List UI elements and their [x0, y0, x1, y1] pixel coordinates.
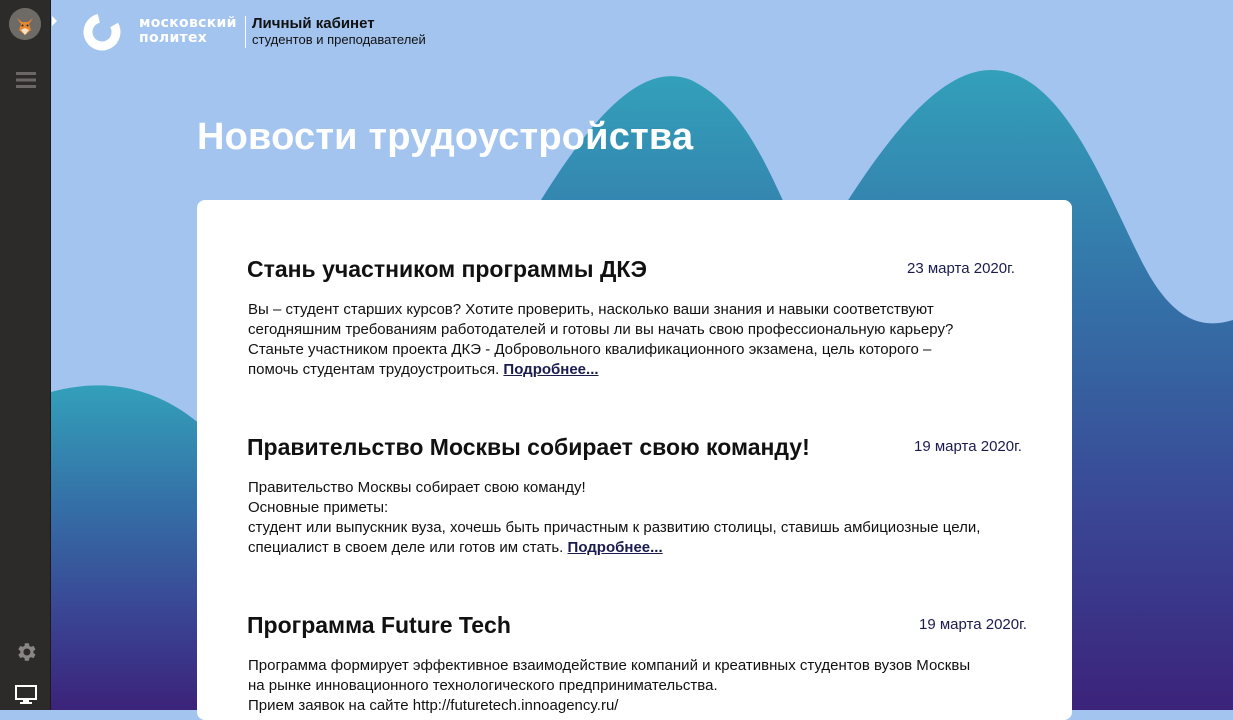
news-line: сегодняшним требованиям работодателей и … [248, 321, 954, 338]
monitor-icon[interactable] [14, 684, 38, 706]
page-title: Новости трудоустройства [197, 116, 694, 158]
cabinet-subtitle: студентов и преподавателей [252, 32, 426, 47]
news-date: 19 марта 2020г. [919, 616, 1027, 633]
news-line: Станьте участником проекта ДКЭ - Доброво… [248, 341, 932, 358]
fox-avatar-icon [9, 8, 41, 40]
news-line: Программа формирует эффективное взаимоде… [248, 657, 971, 674]
news-line: студент или выпускник вуза, хочешь быть … [248, 519, 981, 536]
news-card: Стань участником программы ДКЭ 23 марта … [197, 200, 1072, 720]
avatar-caret-icon[interactable] [52, 16, 57, 26]
news-title: Стань участником программы ДКЭ [247, 256, 648, 282]
news-line: Основные приметы: [248, 499, 389, 516]
news-date: 19 марта 2020г. [914, 438, 1022, 455]
news-line: на рынке инновационного технологического… [248, 677, 718, 694]
news-body: Вы – студент старших курсов? Хотите пров… [248, 300, 1008, 380]
news-line: помочь студентам трудоустроиться. Подроб… [248, 361, 599, 378]
polytech-logo-icon [83, 13, 121, 51]
news-line: Правительство Москвы собирает свою коман… [248, 479, 586, 496]
news-title: Правительство Москвы собирает свою коман… [247, 434, 810, 460]
avatar[interactable] [9, 8, 41, 40]
news-line: Прием заявок на сайте http://futuretech.… [248, 697, 619, 714]
logo-divider [245, 16, 246, 48]
menu-icon[interactable] [14, 68, 38, 92]
read-more-link[interactable]: Подробнее... [568, 539, 663, 556]
news-title: Программа Future Tech [247, 612, 511, 638]
news-body: Программа формирует эффективное взаимоде… [248, 656, 1008, 716]
news-body: Правительство Москвы собирает свою коман… [248, 478, 1028, 558]
sidebar [0, 0, 57, 710]
news-date: 23 марта 2020г. [907, 260, 1015, 277]
news-line: Вы – студент старших курсов? Хотите пров… [248, 301, 934, 318]
news-line: специалист в своем деле или готов им ста… [248, 539, 663, 556]
logo-name: московский политех [139, 15, 237, 46]
read-more-link[interactable]: Подробнее... [503, 361, 598, 378]
gear-icon[interactable] [14, 640, 38, 664]
cabinet-title: Личный кабинет [252, 15, 375, 32]
